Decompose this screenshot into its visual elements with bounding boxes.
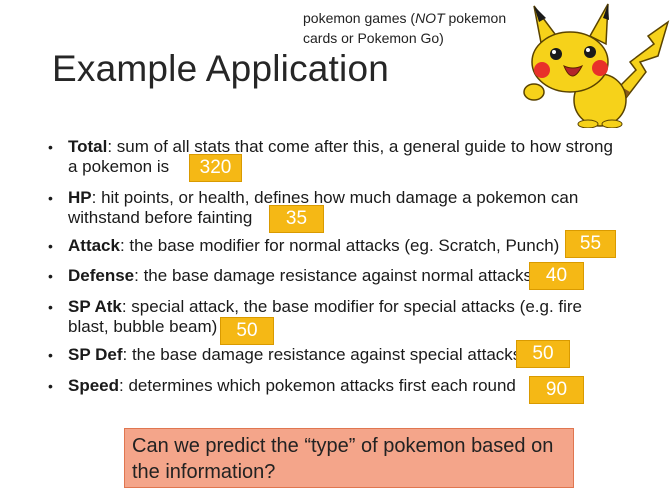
bullet-dot: •	[48, 268, 53, 284]
stat-desc: : the base modifier for normal attacks (…	[119, 236, 560, 255]
list-item-line1: Speed: determines which pokemon attacks …	[68, 376, 516, 396]
stat-value-box: 35	[269, 205, 324, 233]
stat-term: SP Atk	[68, 297, 122, 316]
stat-desc: : special attack, the base modifier for …	[121, 297, 583, 316]
stat-value-box: 50	[220, 317, 274, 345]
stat-value-box: 40	[529, 262, 584, 290]
stat-value-box: 50	[516, 340, 570, 368]
stat-term: Defense	[68, 266, 135, 285]
list-item-line1: Total: sum of all stats that come after …	[68, 137, 613, 157]
list-item-line1: Attack: the base modifier for normal att…	[68, 236, 559, 256]
list-item-line1: SP Def: the base damage resistance again…	[68, 345, 521, 365]
stat-desc: : the base damage resistance against spe…	[122, 345, 522, 364]
bullet-dot: •	[48, 299, 53, 315]
stat-value-box: 55	[565, 230, 616, 258]
list-item-line1: Defense: the base damage resistance agai…	[68, 266, 532, 286]
stat-term: Speed	[68, 376, 120, 395]
bullet-dot: •	[48, 378, 53, 394]
stat-term: Total	[68, 137, 108, 156]
stat-term: Attack	[68, 236, 120, 255]
stats-list: • Total: sum of all stats that come afte…	[0, 0, 672, 502]
stat-desc: : determines which pokemon attacks first…	[119, 376, 516, 395]
list-item-line1: SP Atk: special attack, the base modifie…	[68, 297, 582, 317]
stat-term: HP	[68, 188, 92, 207]
list-item-line2: blast, bubble beam)	[68, 317, 218, 336]
stat-value-box: 320	[189, 154, 242, 182]
stat-desc: : hit points, or health, defines how muc…	[91, 188, 579, 207]
stat-desc: : sum of all stats that come after this,…	[107, 137, 613, 156]
bullet-dot: •	[48, 190, 53, 206]
stat-value-box: 90	[529, 376, 584, 404]
bullet-dot: •	[48, 139, 53, 155]
stat-desc: : the base damage resistance against nor…	[134, 266, 532, 285]
question-callout: Can we predict the “type” of pokemon bas…	[124, 428, 574, 488]
stat-term: SP Def	[68, 345, 123, 364]
list-item-line2: withstand before fainting	[68, 208, 253, 227]
bullet-dot: •	[48, 347, 53, 363]
list-item-line2: a pokemon is	[68, 157, 170, 176]
bullet-dot: •	[48, 238, 53, 254]
